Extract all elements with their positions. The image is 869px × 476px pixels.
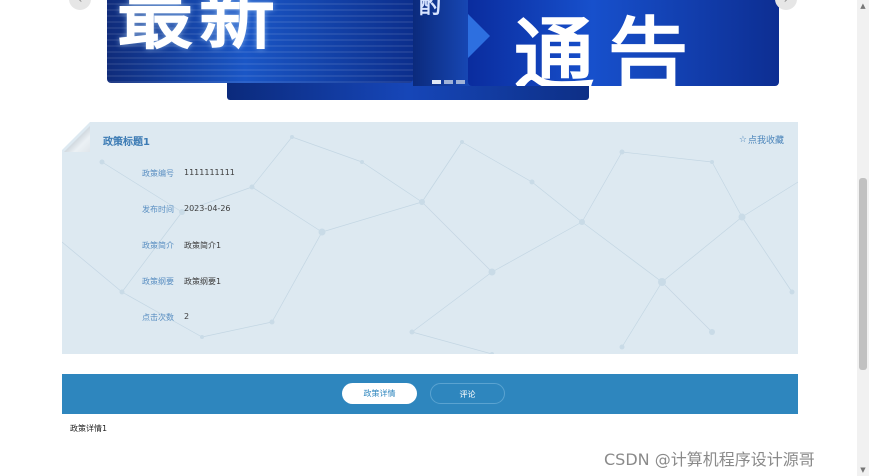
policy-info-card: 政策标题1 ☆ 点我收藏 政策编号 1111111111 发布时间 2023-0… [62,122,798,354]
field-value: 2 [184,312,190,321]
policy-field-row: 发布时间 2023-04-26 [62,204,798,218]
banner-left-text: 最新 [117,0,281,60]
watermark: CSDN @计算机程序设计源哥 [604,450,815,469]
tab-comments[interactable]: 评论 [430,383,505,404]
policy-field-row: 政策简介 政策简介1 [62,240,798,254]
field-label: 政策纲要 [142,277,174,286]
banner-slide-left[interactable]: 最新 [107,0,413,83]
star-icon: ☆ [738,134,747,145]
carousel-dot[interactable] [456,80,465,84]
scroll-down-icon[interactable]: ▼ [857,464,869,476]
banner-right-text: 通告 [514,9,702,87]
field-label: 政策编号 [142,169,174,178]
carousel-indicators [432,80,465,84]
field-label: 政策简介 [142,241,174,250]
field-label: 发布时间 [142,205,174,214]
field-value: 政策简介1 [184,241,222,250]
vertical-scrollbar[interactable]: ▲ ▼ [857,0,869,476]
banner-carousel[interactable]: 最新 酌 通告 ‹ › [0,0,857,105]
chevron-decoration [468,14,490,58]
policy-details-content: 政策详情1 [70,424,108,433]
policy-field-row: 政策编号 1111111111 [62,168,798,182]
policy-field-row: 政策纲要 政策纲要1 [62,276,798,290]
carousel-dot[interactable] [444,80,453,84]
carousel-dot[interactable] [432,80,441,84]
favorite-link[interactable]: ☆ 点我收藏 [738,133,784,147]
favorite-label: 点我收藏 [747,136,784,146]
scrollbar-thumb[interactable] [859,178,867,370]
tab-policy-details[interactable]: 政策详情 [342,383,417,404]
carousel-prev-button[interactable]: ‹ [69,0,91,10]
banner-mid-text: 酌 [419,0,442,19]
banner-slide-middle: 酌 [413,0,473,86]
field-label: 点击次数 [142,313,174,322]
scroll-up-icon[interactable]: ▲ [857,0,869,12]
field-value: 2023-04-26 [184,204,231,213]
policy-field-row: 点击次数 2 [62,312,798,326]
field-value: 1111111111 [184,168,235,177]
detail-tab-bar: 政策详情 评论 [62,374,798,414]
policy-title: 政策标题1 [103,137,150,148]
banner-slide-right[interactable]: 通告 [468,0,779,86]
field-value: 政策纲要1 [184,277,222,286]
